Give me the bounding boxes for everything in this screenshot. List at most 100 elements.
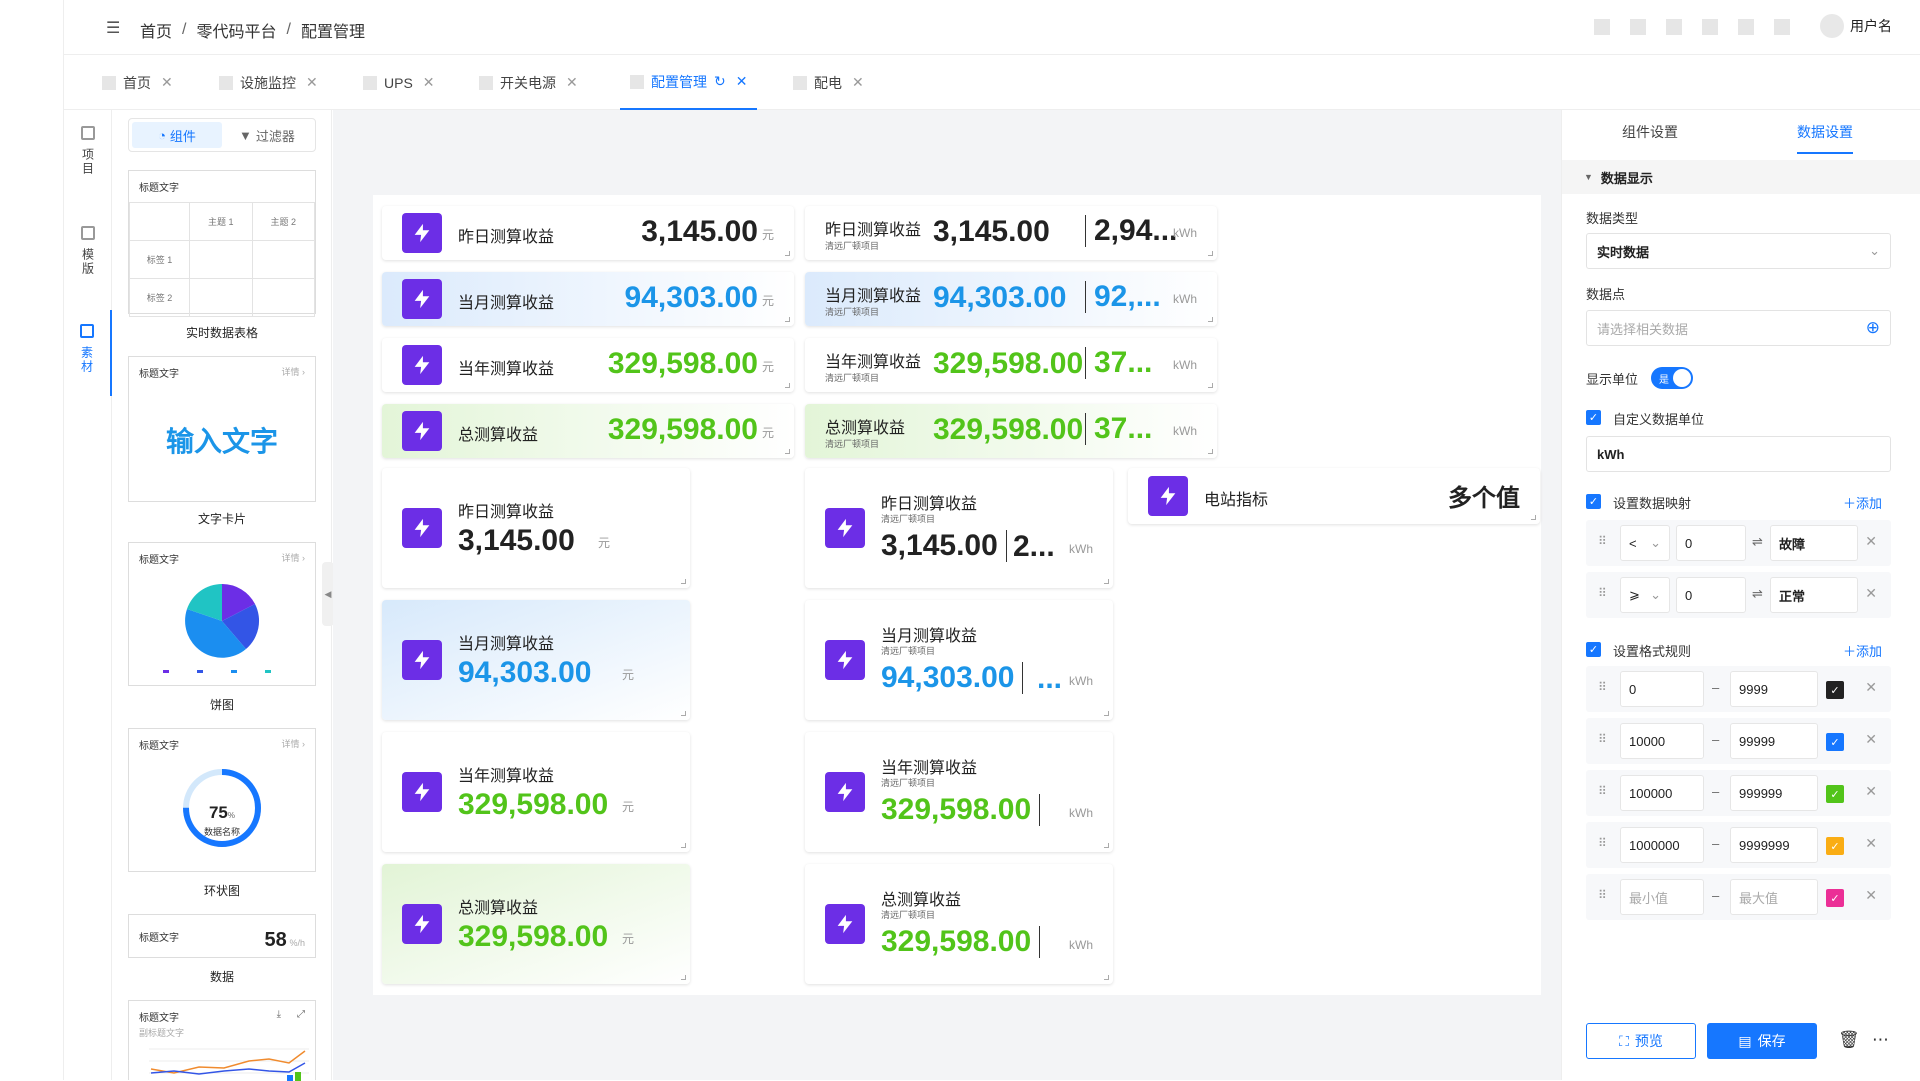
stat-card-large[interactable]: 总测算收益 329,598.00 元 (382, 864, 690, 984)
show-unit-toggle[interactable]: 是 (1651, 367, 1693, 389)
resize-handle[interactable] (1208, 251, 1213, 256)
close-icon[interactable]: ✕ (1865, 835, 1877, 852)
format-rules-checkbox[interactable]: ✓ (1586, 642, 1601, 657)
header-action-icon[interactable] (1702, 19, 1718, 35)
data-mapping-checkbox[interactable]: ✓ (1586, 494, 1601, 509)
stat-card-large[interactable]: 昨日测算收益 3,145.00 元 (382, 468, 690, 588)
close-icon[interactable]: ✕ (852, 74, 864, 91)
menu-toggle-icon[interactable]: ☰ (106, 18, 124, 37)
expand-icon[interactable]: ⤢ (297, 1009, 305, 1020)
user-menu[interactable]: 用户名 (1820, 14, 1892, 38)
resize-handle[interactable] (1531, 515, 1536, 520)
preview-button[interactable]: ⛶ 预览 (1586, 1023, 1696, 1059)
close-icon[interactable]: ✕ (306, 74, 318, 91)
palette-item-ring[interactable]: 标题文字 详情 › 75% 数据名称 (128, 728, 316, 872)
drag-handle-icon[interactable]: ⠿ (1598, 784, 1607, 798)
color-swatch[interactable]: ✓ (1826, 837, 1844, 855)
stat-card-large[interactable]: 当年测算收益 329,598.00 元 (382, 732, 690, 852)
tab-facility-monitor[interactable]: 设施监控 ✕ (219, 55, 318, 110)
tab-component-settings[interactable]: 组件设置 (1622, 122, 1678, 142)
rule-max-input[interactable]: 999999 (1730, 775, 1818, 811)
add-mapping-button[interactable]: ＋添加 (1843, 493, 1882, 512)
close-icon[interactable]: ✕ (1865, 533, 1877, 550)
rule-min-input[interactable]: 0 (1620, 671, 1704, 707)
trash-icon[interactable]: 🗑 (1838, 1030, 1860, 1050)
close-icon[interactable]: ✕ (1865, 585, 1877, 602)
close-icon[interactable]: ✕ (1865, 783, 1877, 800)
stat-card[interactable]: 总测算收益 329,598.00 元 (382, 404, 794, 458)
data-point-input[interactable]: 请选择相关数据 ⊕ (1586, 310, 1891, 346)
rule-max-input[interactable]: 9999999 (1730, 827, 1818, 863)
drag-handle-icon[interactable]: ⠿ (1598, 732, 1607, 746)
close-icon[interactable]: ✕ (1865, 679, 1877, 696)
resize-handle[interactable] (785, 383, 790, 388)
color-swatch[interactable]: ✓ (1826, 681, 1844, 699)
save-button[interactable]: ▤ 保存 (1707, 1023, 1817, 1059)
resize-handle[interactable] (1208, 317, 1213, 322)
tab-config-management[interactable]: 配置管理 ↻ ✕ (620, 55, 758, 110)
stat-card-multi[interactable]: 当月测算收益 清远厂顿项目 94,303.00 92,... kWh (805, 272, 1217, 326)
refresh-icon[interactable]: ↻ (714, 73, 726, 90)
section-header-data-display[interactable]: ▼ 数据显示 (1562, 160, 1920, 194)
color-swatch[interactable]: ✓ (1826, 889, 1844, 907)
tab-power-distribution[interactable]: 配电 ✕ (793, 55, 864, 110)
color-swatch[interactable]: ✓ (1826, 785, 1844, 803)
stat-card[interactable]: 昨日测算收益 3,145.00 元 (382, 206, 794, 260)
rule-min-input[interactable]: 100000 (1620, 775, 1704, 811)
resize-handle[interactable] (681, 843, 686, 848)
palette-item-realtime-table[interactable]: 标题文字 主题 1 主题 2 标签 1 标签 2 (128, 170, 316, 317)
header-action-icon[interactable] (1666, 19, 1682, 35)
resize-handle[interactable] (785, 317, 790, 322)
tab-filters[interactable]: ▼ 过滤器 (222, 122, 312, 148)
stat-card-multi[interactable]: 昨日测算收益 清远厂顿项目 3,145.00 2,94... kWh (805, 206, 1217, 260)
close-icon[interactable]: ✕ (736, 73, 748, 90)
tab-components[interactable]: ◔ 组件 (132, 122, 222, 148)
mapping-result-input[interactable]: 正常 (1770, 577, 1858, 613)
close-icon[interactable]: ✕ (161, 74, 173, 91)
resize-handle[interactable] (1104, 579, 1109, 584)
drag-handle-icon[interactable]: ⠿ (1598, 680, 1607, 694)
stat-card-large[interactable]: 当月测算收益 94,303.00 元 (382, 600, 690, 720)
resize-handle[interactable] (681, 579, 686, 584)
add-rule-button[interactable]: ＋添加 (1843, 641, 1882, 660)
close-icon[interactable]: ✕ (423, 74, 435, 91)
palette-item-text-card[interactable]: 标题文字 详情 › 输入文字 (128, 356, 316, 502)
stat-card-multi[interactable]: 总测算收益 清远厂顿项目 329,598.00 37... kWh (805, 404, 1217, 458)
color-swatch[interactable]: ✓ (1826, 733, 1844, 751)
data-type-select[interactable]: 实时数据 ⌄ (1586, 233, 1891, 269)
resize-handle[interactable] (785, 251, 790, 256)
close-icon[interactable]: ✕ (566, 74, 578, 91)
mapping-value-input[interactable]: 0 (1676, 577, 1746, 613)
resize-handle[interactable] (785, 449, 790, 454)
stat-card-large-multi[interactable]: 昨日测算收益 清远厂顿项目 3,145.00 2... kWh (805, 468, 1113, 588)
stat-card-large-multi[interactable]: 当月测算收益 清远厂顿项目 94,303.00 ... kWh (805, 600, 1113, 720)
tab-ups[interactable]: UPS ✕ (363, 55, 435, 110)
resize-handle[interactable] (1208, 383, 1213, 388)
palette-item-line-chart[interactable]: 标题文字 副标题文字 ⤓ ⤢ (128, 1000, 316, 1081)
palette-item-pie[interactable]: 标题文字 详情 › (128, 542, 316, 686)
stat-card-large-multi[interactable]: 当年测算收益 清远厂顿项目 329,598.00 kWh (805, 732, 1113, 852)
nav-item-project[interactable]: 项目 (64, 126, 112, 176)
close-icon[interactable]: ✕ (1865, 731, 1877, 748)
mapping-value-input[interactable]: 0 (1676, 525, 1746, 561)
drag-handle-icon[interactable]: ⠿ (1598, 586, 1607, 600)
header-action-icon[interactable] (1594, 19, 1610, 35)
custom-unit-checkbox[interactable]: ✓ (1586, 410, 1601, 425)
stat-card[interactable]: 当月测算收益 94,303.00 元 (382, 272, 794, 326)
rule-max-input[interactable]: 最大值 (1730, 879, 1818, 915)
resize-handle[interactable] (681, 711, 686, 716)
header-action-icon[interactable] (1738, 19, 1754, 35)
stat-card[interactable]: 当年测算收益 329,598.00 元 (382, 338, 794, 392)
header-action-icon[interactable] (1774, 19, 1790, 35)
nav-item-template[interactable]: 模版 (64, 226, 112, 276)
drag-handle-icon[interactable]: ⠿ (1598, 836, 1607, 850)
stat-card-large-multi[interactable]: 总测算收益 清远厂顿项目 329,598.00 kWh (805, 864, 1113, 984)
rule-min-input[interactable]: 1000000 (1620, 827, 1704, 863)
tab-home[interactable]: 首页 ✕ (102, 55, 173, 110)
resize-handle[interactable] (1104, 843, 1109, 848)
palette-item-data[interactable]: 标题文字 58 %/h (128, 914, 316, 958)
add-circle-icon[interactable]: ⊕ (1866, 318, 1880, 338)
resize-handle[interactable] (1208, 449, 1213, 454)
resize-handle[interactable] (1104, 975, 1109, 980)
mapping-result-input[interactable]: 故障 (1770, 525, 1858, 561)
